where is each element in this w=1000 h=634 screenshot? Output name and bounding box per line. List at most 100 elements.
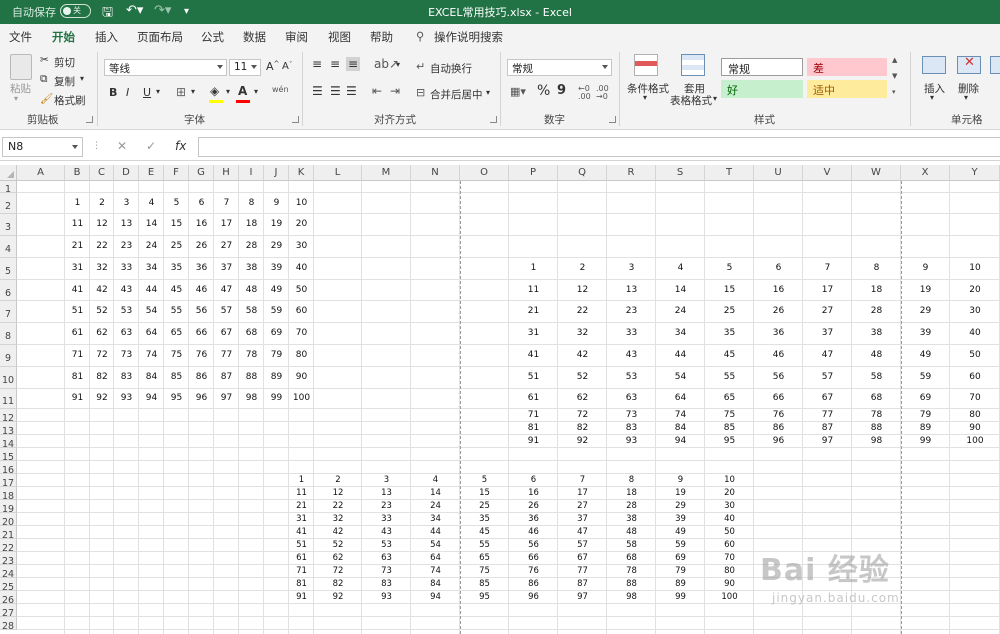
paste-icon[interactable]: [10, 54, 32, 80]
table-cell[interactable]: 60: [950, 372, 1000, 384]
format-as-table-icon[interactable]: [681, 54, 705, 76]
table-cell[interactable]: 11: [65, 219, 90, 231]
tab-help[interactable]: 帮助: [370, 29, 393, 45]
table-cell[interactable]: 28: [852, 306, 901, 318]
cancel-icon[interactable]: ✕: [117, 139, 127, 153]
table-cell[interactable]: 48: [607, 527, 656, 539]
table-cell[interactable]: 30: [289, 241, 314, 253]
table-cell[interactable]: 67: [803, 393, 852, 405]
table-cell[interactable]: 99: [901, 436, 950, 448]
table-cell[interactable]: 75: [164, 350, 189, 362]
table-cell[interactable]: 19: [264, 219, 289, 231]
table-cell[interactable]: 41: [509, 350, 558, 362]
table-cell[interactable]: 1: [289, 475, 314, 487]
table-cell[interactable]: 97: [558, 592, 607, 604]
tab-file[interactable]: 文件: [9, 29, 32, 45]
insert-cells-button[interactable]: 插入: [924, 81, 945, 96]
table-cell[interactable]: 53: [114, 306, 139, 318]
align-middle-icon[interactable]: ≡: [330, 57, 340, 71]
table-cell[interactable]: 92: [90, 393, 114, 405]
table-cell[interactable]: 9: [656, 475, 705, 487]
table-cell[interactable]: 85: [164, 372, 189, 384]
table-cell[interactable]: 34: [139, 263, 164, 275]
table-cell[interactable]: 69: [901, 393, 950, 405]
table-cell[interactable]: 3: [114, 198, 139, 210]
styles-scroll-down-icon[interactable]: ▼: [892, 72, 897, 80]
table-cell[interactable]: 27: [558, 501, 607, 513]
alignment-launcher-icon[interactable]: [490, 116, 497, 123]
table-cell[interactable]: 70: [705, 553, 754, 565]
table-cell[interactable]: 13: [362, 488, 411, 500]
table-cell[interactable]: 73: [362, 566, 411, 578]
table-cell[interactable]: 30: [950, 306, 1000, 318]
table-cell[interactable]: 65: [164, 328, 189, 340]
table-cell[interactable]: 55: [460, 540, 509, 552]
borders-icon[interactable]: ⊞: [176, 85, 186, 99]
table-cell[interactable]: 66: [509, 553, 558, 565]
increase-indent-icon[interactable]: ⇥: [390, 84, 400, 98]
table-cell[interactable]: 98: [852, 436, 901, 448]
table-cell[interactable]: 74: [656, 410, 705, 422]
table-cell[interactable]: 14: [656, 285, 705, 297]
table-cell[interactable]: 31: [289, 514, 314, 526]
style-normal[interactable]: 常规: [721, 58, 803, 76]
table-cell[interactable]: 53: [362, 540, 411, 552]
table-cell[interactable]: 32: [314, 514, 362, 526]
table-cell[interactable]: 87: [558, 579, 607, 591]
table-cell[interactable]: 70: [289, 328, 314, 340]
table-cell[interactable]: 31: [65, 263, 90, 275]
table-cell[interactable]: 12: [558, 285, 607, 297]
table-cell[interactable]: 5: [164, 198, 189, 210]
row-header[interactable]: 15: [0, 448, 17, 463]
table-cell[interactable]: 27: [214, 241, 239, 253]
table-cell[interactable]: 70: [950, 393, 1000, 405]
table-cell[interactable]: 14: [139, 219, 164, 231]
phonetic-button[interactable]: wén: [272, 85, 289, 94]
table-cell[interactable]: 82: [314, 579, 362, 591]
table-cell[interactable]: 12: [314, 488, 362, 500]
percent-style-button[interactable]: %: [537, 83, 550, 99]
underline-button[interactable]: U: [143, 86, 151, 99]
format-cells-icon[interactable]: [990, 56, 1000, 74]
table-cell[interactable]: 10: [705, 475, 754, 487]
paste-dropdown-icon[interactable]: ▾: [14, 94, 18, 103]
table-cell[interactable]: 93: [362, 592, 411, 604]
table-cell[interactable]: 64: [656, 393, 705, 405]
cut-icon[interactable]: ✂: [40, 54, 49, 66]
table-cell[interactable]: 92: [558, 436, 607, 448]
table-cell[interactable]: 39: [656, 514, 705, 526]
table-cell[interactable]: 98: [607, 592, 656, 604]
table-cell[interactable]: 52: [314, 540, 362, 552]
table-cell[interactable]: 44: [411, 527, 460, 539]
column-header[interactable]: Y: [950, 165, 1000, 181]
table-cell[interactable]: 83: [607, 423, 656, 435]
table-cell[interactable]: 86: [509, 579, 558, 591]
table-cell[interactable]: 4: [139, 198, 164, 210]
table-cell[interactable]: 2: [558, 263, 607, 275]
row-header[interactable]: 2: [0, 193, 17, 214]
style-good[interactable]: 好: [721, 80, 803, 98]
table-cell[interactable]: 20: [950, 285, 1000, 297]
column-header[interactable]: X: [901, 165, 950, 181]
font-launcher-icon[interactable]: [292, 116, 299, 123]
table-cell[interactable]: 6: [189, 198, 214, 210]
table-cell[interactable]: 49: [901, 350, 950, 362]
table-cell[interactable]: 84: [411, 579, 460, 591]
row-header[interactable]: 4: [0, 236, 17, 258]
table-cell[interactable]: 37: [803, 328, 852, 340]
row-header[interactable]: 24: [0, 565, 17, 580]
table-cell[interactable]: 11: [509, 285, 558, 297]
table-cell[interactable]: 1: [509, 263, 558, 275]
table-cell[interactable]: 76: [509, 566, 558, 578]
table-cell[interactable]: 62: [90, 328, 114, 340]
row-header[interactable]: 25: [0, 578, 17, 593]
comma-style-button[interactable]: 9: [557, 83, 566, 98]
table-cell[interactable]: 92: [314, 592, 362, 604]
table-cell[interactable]: 23: [607, 306, 656, 318]
table-cell[interactable]: 77: [803, 410, 852, 422]
table-cell[interactable]: 58: [239, 306, 264, 318]
table-cell[interactable]: 5: [460, 475, 509, 487]
table-cell[interactable]: 90: [289, 372, 314, 384]
conditional-formatting-icon[interactable]: [634, 54, 658, 76]
table-cell[interactable]: 79: [656, 566, 705, 578]
